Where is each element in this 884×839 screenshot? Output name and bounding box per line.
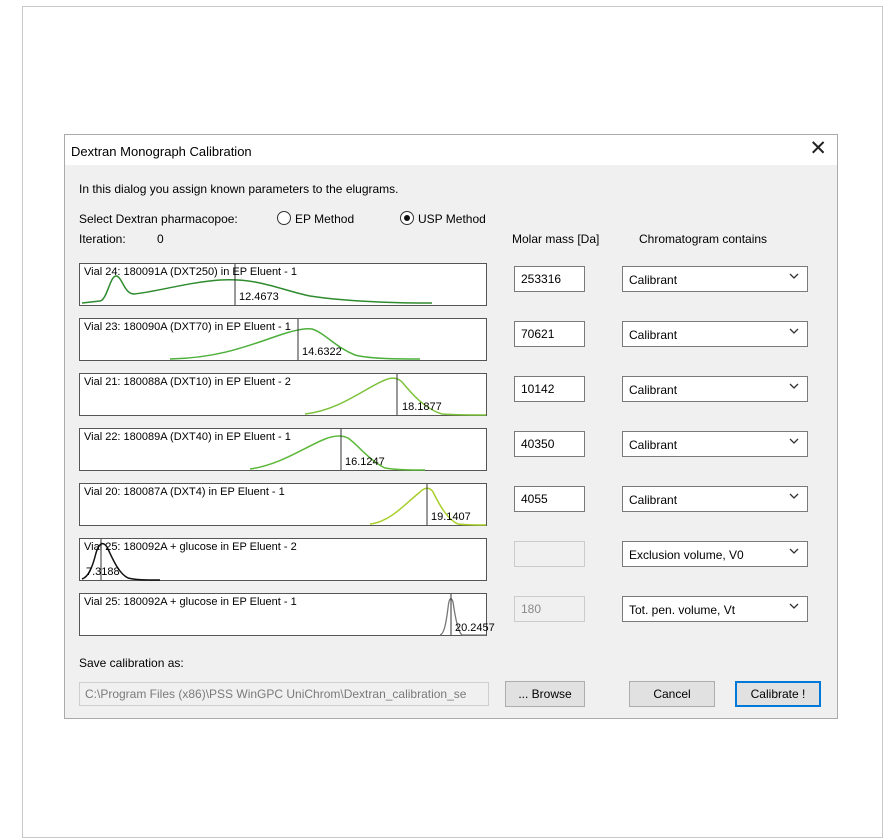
elugram-row[interactable]: Vial 25: 180092A + glucose in EP Eluent … [79,538,487,581]
title-bar: Dextran Monograph Calibration ✕ [65,135,837,165]
chromatogram-contains-select[interactable]: Tot. pen. volume, Vt [622,596,808,622]
molar-mass-input[interactable] [514,486,585,512]
iteration-value: 0 [157,232,164,246]
cancel-button[interactable]: Cancel [629,681,715,707]
elugram-row[interactable]: Vial 25: 180092A + glucose in EP Eluent … [79,593,495,636]
molar-mass-input[interactable] [514,266,585,292]
chromatogram-contains-select[interactable]: Calibrant [622,321,808,347]
elugram-row[interactable]: Vial 23: 180090A (DXT70) in EP Eluent - … [79,318,487,361]
dialog-title: Dextran Monograph Calibration [71,144,252,159]
select-value: Calibrant [629,438,678,452]
pharmacopoe-label: Select Dextran pharmacopoe: [79,212,238,226]
elugram-label: Vial 25: 180092A + glucose in EP Eluent … [84,596,297,608]
molar-mass-input[interactable] [514,431,585,457]
calibrate-button[interactable]: Calibrate ! [735,681,821,707]
elugram-row[interactable]: Vial 20: 180087A (DXT4) in EP Eluent - 1… [79,483,487,526]
retention-time: 12.4673 [239,291,279,303]
elugram-label: Vial 21: 180088A (DXT10) in EP Eluent - … [84,376,291,388]
radio-icon[interactable] [400,211,414,225]
molar-mass-header: Molar mass [Da] [512,232,600,246]
select-value: Calibrant [629,273,678,287]
iteration-label: Iteration: [79,232,126,246]
elugram-label: Vial 23: 180090A (DXT70) in EP Eluent - … [84,321,291,333]
molar-mass-input[interactable] [514,376,585,402]
select-value: Tot. pen. volume, Vt [629,603,736,617]
browse-button[interactable]: ... Browse [505,681,585,707]
radio-icon[interactable] [277,211,291,225]
chevron-down-icon [789,493,799,499]
chevron-down-icon [789,273,799,279]
elugram-row[interactable]: Vial 22: 180089A (DXT40) in EP Eluent - … [79,428,487,471]
chevron-down-icon [789,603,799,609]
chromatogram-contains-select[interactable]: Calibrant [622,376,808,402]
select-value: Exclusion volume, V0 [629,548,744,562]
elugram-label: Vial 22: 180089A (DXT40) in EP Eluent - … [84,431,291,443]
select-value: Calibrant [629,328,678,342]
molar-mass-input[interactable] [514,596,585,622]
elugram-label: Vial 20: 180087A (DXT4) in EP Eluent - 1 [84,486,285,498]
chromatogram-contains-select[interactable]: Calibrant [622,266,808,292]
usp-method-label[interactable]: USP Method [418,212,486,226]
elugram-row[interactable]: Vial 24: 180091A (DXT250) in EP Eluent -… [79,263,487,306]
molar-mass-input[interactable] [514,321,585,347]
select-value: Calibrant [629,383,678,397]
ep-method-label[interactable]: EP Method [295,212,354,226]
retention-time: 16.1247 [345,456,385,468]
molar-mass-input[interactable] [514,541,585,567]
select-value: Calibrant [629,493,678,507]
retention-time: 18.1877 [402,401,442,413]
save-path-field[interactable]: C:\Program Files (x86)\PSS WinGPC UniChr… [79,682,489,706]
elugram-label: Vial 24: 180091A (DXT250) in EP Eluent -… [84,266,298,278]
chromatogram-contains-select[interactable]: Calibrant [622,431,808,457]
save-calibration-label: Save calibration as: [79,656,184,670]
chevron-down-icon [789,548,799,554]
retention-time: 19.1407 [431,511,471,523]
chromatogram-contains-select[interactable]: Exclusion volume, V0 [622,541,808,567]
chromatogram-contains-select[interactable]: Calibrant [622,486,808,512]
elugram-label: Vial 25: 180092A + glucose in EP Eluent … [84,541,297,553]
close-icon[interactable]: ✕ [809,138,827,160]
chevron-down-icon [789,383,799,389]
retention-time: 7.3188 [86,566,120,578]
retention-time: 20.2457 [455,622,495,634]
intro-text: In this dialog you assign known paramete… [79,182,399,196]
elugram-row[interactable]: Vial 21: 180088A (DXT10) in EP Eluent - … [79,373,487,416]
calibration-dialog: Dextran Monograph Calibration ✕ In this … [64,134,838,719]
chevron-down-icon [789,438,799,444]
retention-time: 14.6322 [302,346,342,358]
chevron-down-icon [789,328,799,334]
chromatogram-contains-header: Chromatogram contains [639,232,768,246]
